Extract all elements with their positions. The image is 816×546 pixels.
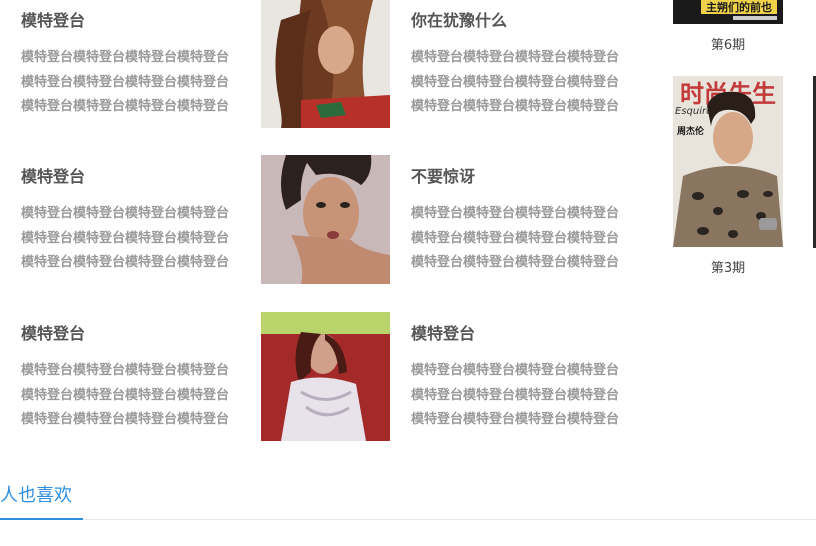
article-excerpt: 模特登台模特登台模特登台模特登台模特登台模特登台模特登台模特登台模特登台模特登台… <box>21 50 230 114</box>
article-right-3[interactable]: 模特登台 模特登台模特登台模特登台模特登台模特登台模特登台模特登台模特登台模特登… <box>411 324 621 433</box>
magazine-cover-issue-6[interactable]: 主朔们的前也 <box>673 0 783 24</box>
article-title[interactable]: 你在犹豫什么 <box>411 11 621 31</box>
article-left-1[interactable]: 模特登台 模特登台模特登台模特登台模特登台模特登台模特登台模特登台模特登台模特登… <box>21 11 231 120</box>
tab-label: 人也喜欢 <box>0 485 72 506</box>
magazine-cover-text: 主朔们的前也 <box>706 0 772 14</box>
article-right-2[interactable]: 不要惊讶 模特登台模特登台模特登台模特登台模特登台模特登台模特登台模特登台模特登… <box>411 167 621 276</box>
article-title[interactable]: 模特登台 <box>411 324 621 344</box>
woman-profile-photo <box>261 0 390 128</box>
article-title[interactable]: 不要惊讶 <box>411 167 621 187</box>
magazine-cover-issue-3[interactable]: 时尚先生 Esquire 周杰伦 <box>673 76 783 247</box>
magazine-cover-photo <box>261 312 390 441</box>
article-title[interactable]: 模特登台 <box>21 324 231 344</box>
article-left-3[interactable]: 模特登台 模特登台模特登台模特登台模特登台模特登台模特登台模特登台模特登台模特登… <box>21 324 231 433</box>
article-photo-3[interactable] <box>261 312 390 441</box>
article-excerpt: 模特登台模特登台模特登台模特登台模特登台模特登台模特登台模特登台模特登台模特登台… <box>411 363 620 427</box>
article-title[interactable]: 模特登台 <box>21 167 231 187</box>
article-excerpt: 模特登台模特登台模特登台模特登台模特登台模特登台模特登台模特登台模特登台模特登台… <box>411 206 620 270</box>
article-photo-1[interactable] <box>261 0 390 128</box>
article-photo-2[interactable] <box>261 155 390 284</box>
article-excerpt: 模特登台模特登台模特登台模特登台模特登台模特登台模特登台模特登台模特登台模特登台… <box>21 206 230 270</box>
magazine-subtitle: Esquire <box>675 106 712 117</box>
article-excerpt: 模特登台模特登台模特登台模特登台模特登台模特登台模特登台模特登台模特登台模特登台… <box>21 363 230 427</box>
issue-label[interactable]: 第3期 <box>673 261 783 277</box>
magazine-cover-image: 主朔们的前也 <box>673 0 783 24</box>
article-right-1[interactable]: 你在犹豫什么 模特登台模特登台模特登台模特登台模特登台模特登台模特登台模特登台模… <box>411 11 621 120</box>
woman-portrait-photo <box>261 155 390 284</box>
section-divider <box>0 519 816 520</box>
issue-label[interactable]: 第6期 <box>673 38 783 54</box>
magazine-cover-name: 周杰伦 <box>677 125 705 137</box>
magazine-cover-image: 时尚先生 Esquire 周杰伦 <box>673 76 783 247</box>
article-excerpt: 模特登台模特登台模特登台模特登台模特登台模特登台模特登台模特登台模特登台模特登台… <box>411 50 620 114</box>
article-title[interactable]: 模特登台 <box>21 11 231 31</box>
article-left-2[interactable]: 模特登台 模特登台模特登台模特登台模特登台模特登台模特登台模特登台模特登台模特登… <box>21 167 231 276</box>
tab-you-may-also-like[interactable]: 人也喜欢 <box>0 484 83 520</box>
